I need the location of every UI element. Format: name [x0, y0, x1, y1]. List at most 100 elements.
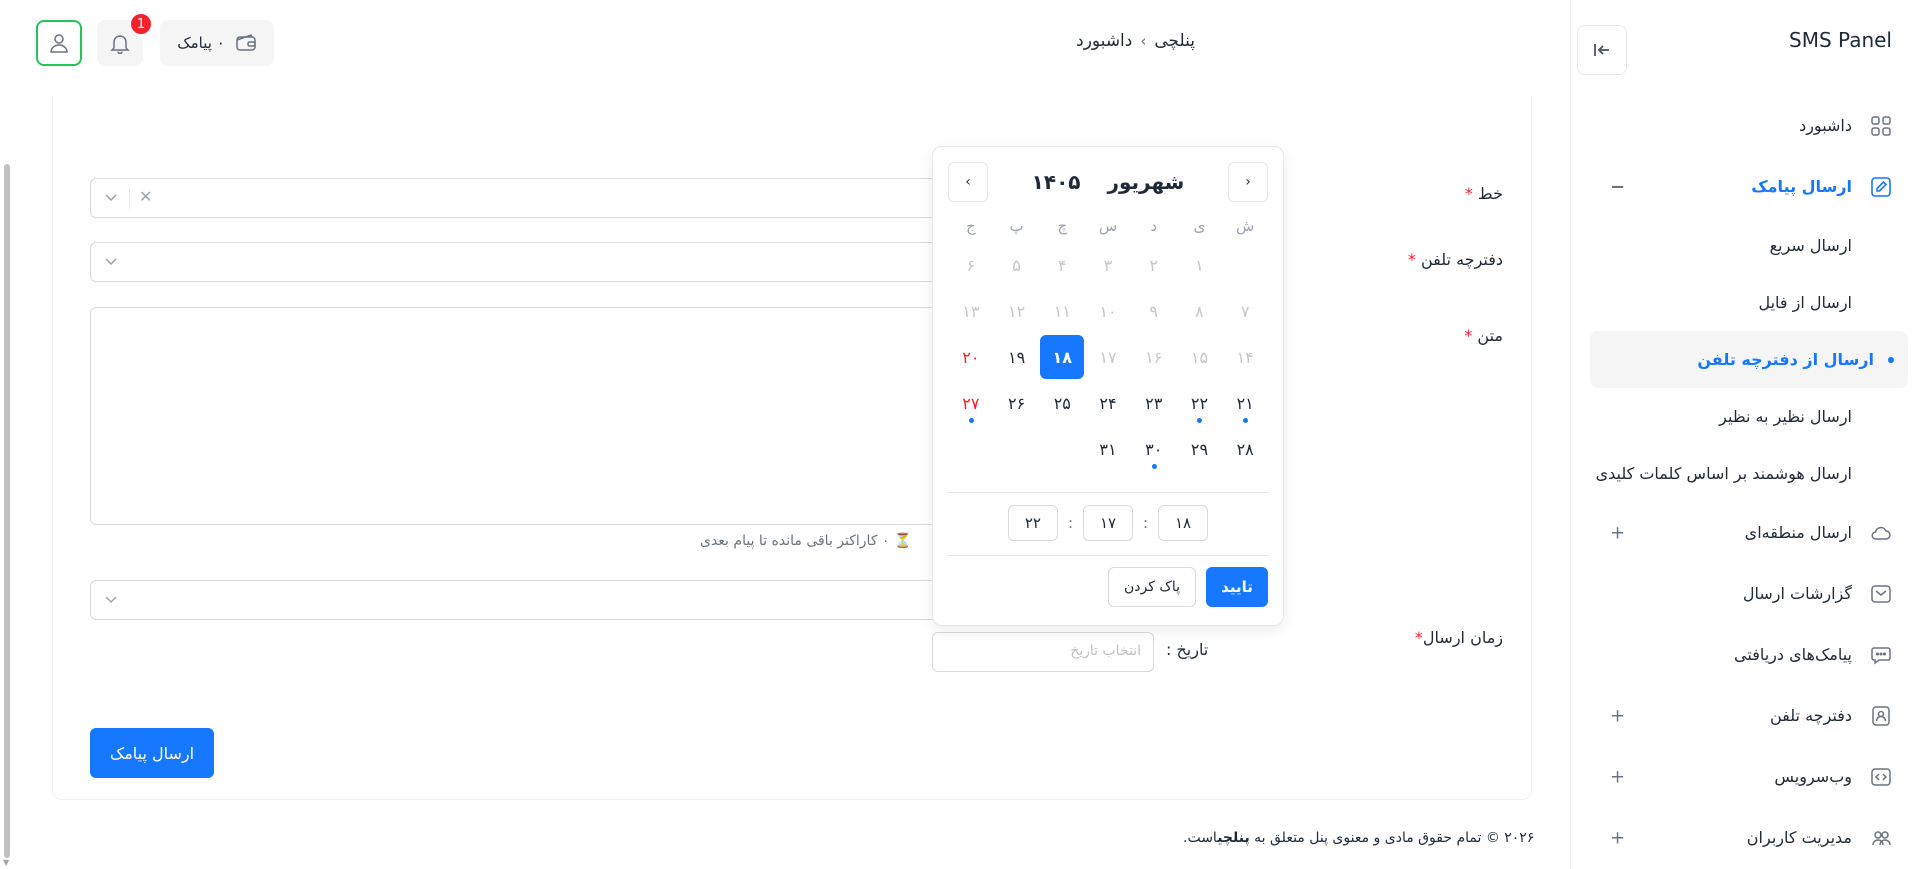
breadcrumb-root[interactable]: پنلچی	[1154, 31, 1195, 51]
calendar-day: ۲	[1131, 243, 1177, 287]
calendar-day: ۳	[1085, 243, 1131, 287]
page-scrollbar[interactable]	[4, 164, 10, 858]
calendar-day[interactable]: ۱۹	[994, 335, 1040, 379]
chevron-down-icon	[105, 596, 117, 604]
minute-input[interactable]: ۱۷	[1083, 505, 1133, 541]
day-number: ۱۲	[1007, 301, 1026, 321]
submenu-peer-to-peer[interactable]: ارسال نظیر به نظیر	[1570, 388, 1920, 445]
calendar-day[interactable]: ۲۲	[1177, 381, 1223, 425]
day-number: ۱	[1195, 255, 1204, 275]
line-select[interactable]: ✕	[90, 178, 980, 218]
day-number: ۲۶	[1007, 393, 1026, 413]
footer-brand[interactable]: پنلچی	[1217, 830, 1250, 846]
calendar-day[interactable]: ۲۹	[1177, 427, 1223, 471]
calendar-day: ۹	[1131, 289, 1177, 333]
calendar-grid: ش ی د س چ پ ج ۱ ۲ ۳ ۴ ۵ ۶ ۷ ۸ ۹ ۱۰ ۱۱ ۱۲ ۱۳ ۱۴ ۱۵ ۱۶ ۱۷ ۱۸ ۱۹ ۲۰ ۲۱…	[948, 211, 1268, 471]
day-number: ۲۸	[1236, 439, 1254, 459]
expand-submenu-icon[interactable]: +	[1610, 705, 1625, 726]
sidebar-item-webservice[interactable]: وب‌سرویس +	[1570, 746, 1920, 807]
time-separator: :	[1143, 514, 1149, 532]
calendar-day[interactable]: ۲۶	[994, 381, 1040, 425]
calendar-year[interactable]: ۱۴۰۵	[1032, 170, 1081, 194]
calendar-day[interactable]: ۲۷	[948, 381, 994, 425]
notifications-button[interactable]: 1	[97, 12, 153, 66]
day-number: ۲۹	[1190, 439, 1209, 459]
day-number: ۲۴	[1099, 393, 1117, 413]
sidebar-item-regional-send[interactable]: ارسال منطقه‌ای +	[1570, 502, 1920, 563]
second-input[interactable]: ۲۲	[1007, 505, 1058, 541]
calendar-day[interactable]: ۳۰	[1131, 427, 1177, 471]
select-separator	[129, 189, 130, 209]
submenu-send-from-file[interactable]: ارسال از فایل	[1570, 274, 1920, 331]
sidebar-item-send-sms[interactable]: ارسال پیامک −	[1570, 156, 1920, 217]
calendar-day-selected[interactable]: ۱۸	[1039, 335, 1085, 379]
time-separator: :	[1067, 514, 1073, 532]
phonebook-select[interactable]	[90, 242, 980, 282]
day-number: ۲	[1149, 255, 1159, 275]
user-profile-button[interactable]	[36, 20, 82, 66]
calendar-divider	[948, 492, 1268, 493]
send-time-select[interactable]	[90, 580, 980, 620]
message-textarea[interactable]	[90, 307, 980, 525]
sidebar-item-label: دفترچه تلفن	[1769, 706, 1852, 725]
next-month-button[interactable]: ›	[948, 162, 988, 202]
expand-submenu-icon[interactable]: +	[1610, 522, 1625, 543]
calendar-day: ۱۰	[1085, 289, 1131, 333]
submenu-smart-keyword-send[interactable]: ارسال هوشمند بر اساس کلمات کلیدی	[1570, 445, 1920, 502]
calendar-header: ‹ شهریور ۱۴۰۵ ›	[948, 162, 1268, 202]
calendar-day: ۴	[1039, 243, 1085, 287]
day-number: ۲۱	[1236, 393, 1254, 413]
sidebar-item-send-reports[interactable]: گزارشات ارسال	[1570, 563, 1920, 624]
breadcrumb: پنلچی › داشبورد	[1076, 31, 1195, 51]
sidebar-item-label: پیامک‌های دریافتی	[1734, 645, 1852, 664]
calendar-day: ۱۴	[1222, 335, 1268, 379]
mail-icon	[1871, 584, 1891, 603]
day-number: ۹	[1149, 301, 1159, 321]
calendar-day: ۱	[1177, 243, 1223, 287]
breadcrumb-chevron-icon: ›	[1140, 32, 1147, 50]
calendar-day: ۱۲	[994, 289, 1040, 333]
submenu-send-from-phonebook[interactable]: ارسال از دفترچه تلفن	[1590, 331, 1908, 388]
calendar-day[interactable]: ۲۰	[948, 335, 994, 379]
day-number: ۲۰	[962, 347, 980, 367]
sms-credit-button[interactable]: ۰ پیامک	[160, 20, 274, 66]
calendar-day[interactable]: ۲۸	[1222, 427, 1268, 471]
day-number: ۲۳	[1145, 393, 1163, 413]
weekday-header: پ	[1009, 217, 1024, 235]
calendar-day: ۶	[948, 243, 994, 287]
calendar-day[interactable]: ۲۵	[1039, 381, 1085, 425]
sidebar-item-phonebook[interactable]: دفترچه تلفن +	[1570, 685, 1920, 746]
sidebar-item-received-sms[interactable]: پیامک‌های دریافتی	[1570, 624, 1920, 685]
text-label: متن *	[1464, 326, 1503, 345]
date-input[interactable]: انتخاب تاریخ	[932, 632, 1154, 672]
line-label: خط *	[1464, 184, 1503, 203]
hour-input[interactable]: ۱۸	[1158, 505, 1209, 541]
expand-submenu-icon[interactable]: +	[1610, 827, 1625, 848]
collapse-submenu-icon[interactable]: −	[1610, 176, 1625, 197]
day-number: ۶	[966, 255, 976, 275]
submenu-quick-send[interactable]: ارسال سریع	[1570, 217, 1920, 274]
calendar-day[interactable]: ۲۱	[1222, 381, 1268, 425]
clear-date-button[interactable]: پاک کردن	[1108, 567, 1196, 607]
collapse-sidebar-button[interactable]	[1577, 25, 1627, 75]
sidebar-item-dashboard[interactable]: داشبورد	[1570, 95, 1920, 156]
calendar-day: ۷	[1222, 289, 1268, 333]
day-number: ۸	[1195, 301, 1204, 321]
expand-submenu-icon[interactable]: +	[1610, 766, 1625, 787]
calendar-day[interactable]: ۲۳	[1131, 381, 1177, 425]
sidebar-item-user-management[interactable]: مدیریت کاربران +	[1570, 807, 1920, 868]
date-label: تاریخ :	[1166, 640, 1209, 659]
calendar-day: ۱۶	[1131, 335, 1177, 379]
calendar-day: ۱۵	[1177, 335, 1223, 379]
send-sms-submenu: ارسال سریع ارسال از فایل ارسال از دفترچه…	[1570, 217, 1920, 502]
clear-icon[interactable]: ✕	[139, 187, 152, 206]
scroll-down-icon[interactable]: ▼	[3, 858, 9, 867]
day-number: ۱۷	[1099, 347, 1117, 367]
send-sms-button[interactable]: ارسال پیامک	[90, 728, 214, 778]
send-time-label: زمان ارسال*	[1414, 628, 1503, 647]
calendar-month[interactable]: شهریور	[1107, 170, 1184, 194]
calendar-day[interactable]: ۳۱	[1085, 427, 1131, 471]
confirm-date-button[interactable]: تایید	[1206, 567, 1268, 607]
calendar-day[interactable]: ۲۴	[1085, 381, 1131, 425]
weekday-header: ج	[966, 217, 976, 235]
